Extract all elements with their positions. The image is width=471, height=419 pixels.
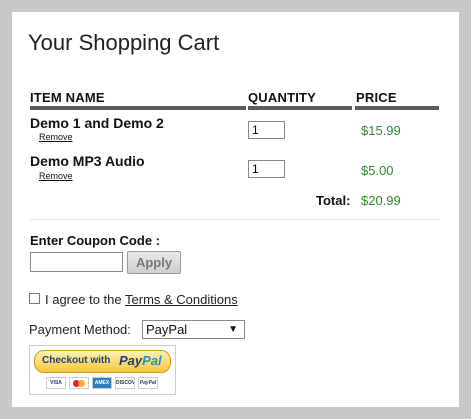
paypal-card-icon: PayPal bbox=[138, 377, 158, 389]
discover-card-icon: DISCOVER bbox=[115, 377, 135, 389]
page-title: Your Shopping Cart bbox=[28, 30, 220, 55]
paypal-checkout-frame: Checkout with PayPal VISA AMEX DISCOVER … bbox=[29, 345, 176, 395]
coupon-label: Enter Coupon Code : bbox=[30, 233, 160, 248]
mastercard-icon bbox=[69, 377, 89, 389]
column-header-price: PRICE bbox=[356, 90, 397, 105]
remove-item-link[interactable]: Remove bbox=[39, 132, 73, 142]
apply-coupon-button[interactable]: Apply bbox=[127, 251, 181, 274]
column-header-quantity: QUANTITY bbox=[248, 90, 317, 105]
total-label: Total: bbox=[316, 193, 351, 208]
terms-prefix: I agree to the bbox=[45, 292, 122, 307]
item-price: $15.99 bbox=[361, 123, 401, 138]
dropdown-arrow-icon: ▼ bbox=[228, 324, 238, 335]
payment-method-select[interactable]: PayPal ▼ bbox=[142, 320, 245, 339]
visa-card-icon: VISA bbox=[46, 377, 66, 389]
section-divider bbox=[30, 219, 440, 220]
remove-item-link[interactable]: Remove bbox=[39, 171, 73, 181]
shopping-cart-panel: Your Shopping Cart ITEM NAME QUANTITY PR… bbox=[12, 12, 459, 407]
terms-checkbox[interactable] bbox=[29, 293, 40, 304]
terms-agreement: I agree to the Terms & Conditions bbox=[45, 292, 238, 307]
paypal-checkout-button[interactable]: Checkout with PayPal bbox=[34, 350, 171, 373]
item-price: $5.00 bbox=[361, 163, 394, 178]
terms-link[interactable]: Terms & Conditions bbox=[125, 292, 238, 307]
cart-item-name: Demo MP3 Audio bbox=[30, 153, 145, 169]
quantity-input[interactable] bbox=[248, 160, 285, 178]
cart-item-name: Demo 1 and Demo 2 bbox=[30, 115, 164, 131]
column-header-item: ITEM NAME bbox=[30, 90, 105, 105]
header-rule bbox=[248, 106, 352, 110]
payment-method-label: Payment Method: bbox=[29, 322, 131, 337]
total-value: $20.99 bbox=[361, 193, 401, 208]
header-rule bbox=[30, 106, 246, 110]
amex-card-icon: AMEX bbox=[92, 377, 112, 389]
header-rule bbox=[355, 106, 439, 110]
checkout-label: Checkout with bbox=[42, 355, 111, 366]
paypal-logo: PayPal bbox=[119, 353, 162, 368]
quantity-input[interactable] bbox=[248, 121, 285, 139]
payment-method-value: PayPal bbox=[146, 322, 188, 337]
coupon-code-input[interactable] bbox=[30, 252, 123, 272]
